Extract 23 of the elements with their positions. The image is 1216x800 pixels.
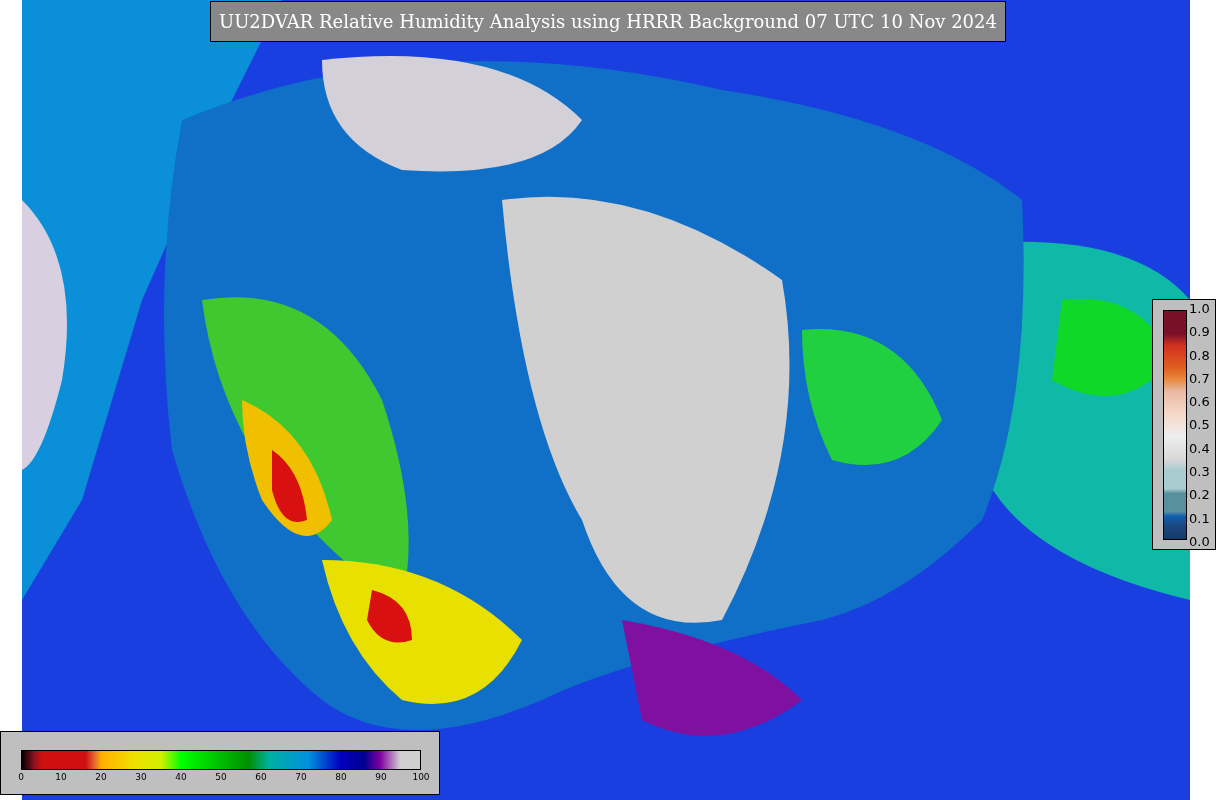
scale-tick-label: 0.3 [1189, 465, 1210, 479]
scale-tick-label: 60 [255, 773, 267, 782]
scale-tick-label: 0.4 [1189, 441, 1210, 455]
scale-tick-label: 10 [55, 773, 67, 782]
scale-tick-label: 70 [295, 773, 307, 782]
scale-tick-label: 1.0 [1189, 302, 1210, 315]
scale-tick-label: 100 [412, 773, 430, 782]
scale-tick-label: 20 [95, 773, 107, 782]
scale-tick-label: 50 [215, 773, 227, 782]
scale-tick-label: 0.9 [1189, 325, 1210, 339]
map-title: UU2DVAR Relative Humidity Analysis using HRRR Background 07 UTC 10 Nov 2024 [210, 1, 1006, 42]
scale-tick-label: 0.2 [1189, 488, 1210, 502]
scale-tick-label: 80 [335, 773, 347, 782]
scale-tick-label: 0.5 [1189, 418, 1210, 432]
scale-tick-label: 0 [18, 773, 24, 782]
scale-tick-label: 0.8 [1189, 348, 1210, 362]
scale-tick-label: 0.0 [1189, 534, 1210, 548]
scale-tick-label: 0.6 [1189, 395, 1210, 409]
scale-tick-label: 90 [375, 773, 387, 782]
scale-tick-label: 0.7 [1189, 371, 1210, 385]
scale-tick-label: 30 [135, 773, 147, 782]
scale-tick-label: 40 [175, 773, 187, 782]
scale-tick-label: 0.1 [1189, 511, 1210, 525]
